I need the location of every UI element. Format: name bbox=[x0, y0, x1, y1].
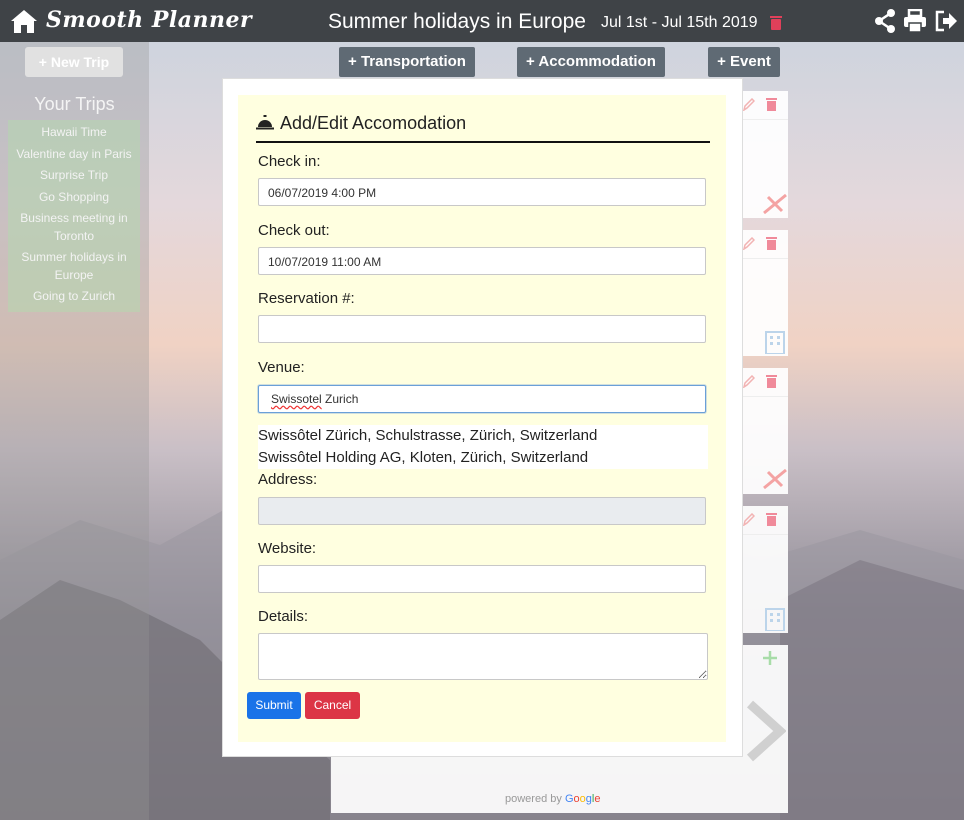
venue-label: Venue: bbox=[258, 359, 305, 376]
add-accommodation-button[interactable]: + Accommodation bbox=[517, 47, 665, 77]
sidebar-item-trip[interactable]: Valentine day in Paris bbox=[8, 144, 140, 166]
google-logo: Google bbox=[564, 793, 601, 805]
share-icon[interactable] bbox=[874, 9, 896, 33]
brand-logo[interactable]: Smooth Planner bbox=[46, 7, 252, 33]
modal-title: Add/Edit Accomodation bbox=[256, 113, 466, 134]
itinerary-card[interactable] bbox=[741, 368, 788, 494]
your-trips-heading: Your Trips bbox=[34, 94, 115, 114]
edit-icon[interactable] bbox=[743, 237, 755, 250]
home-icon[interactable] bbox=[10, 8, 38, 34]
cancel-button[interactable]: Cancel bbox=[305, 692, 360, 719]
suggestion-item[interactable]: Swissôtel Zürich, Schulstrasse, Zürich, … bbox=[258, 425, 708, 447]
trash-icon[interactable] bbox=[766, 98, 777, 111]
add-icon[interactable] bbox=[762, 650, 778, 666]
checkout-input[interactable]: 10/07/2019 11:00 AM bbox=[258, 247, 706, 275]
reservation-input[interactable] bbox=[258, 315, 706, 343]
top-bar: Smooth Planner Summer holidays in Europe… bbox=[0, 0, 964, 42]
sidebar-item-trip[interactable]: Go Shopping bbox=[8, 187, 140, 209]
accommodation-form: Add/Edit Accomodation Check in: 06/07/20… bbox=[238, 95, 726, 742]
venue-input[interactable]: Swissotel Zurich bbox=[258, 385, 706, 413]
address-input bbox=[258, 497, 706, 525]
plane-icon bbox=[763, 193, 787, 215]
checkin-input[interactable]: 06/07/2019 4:00 PM bbox=[258, 178, 706, 206]
checkout-label: Check out: bbox=[258, 222, 330, 239]
trip-title: Summer holidays in Europe bbox=[328, 10, 586, 33]
trash-icon[interactable] bbox=[766, 375, 777, 388]
checkin-label: Check in: bbox=[258, 153, 321, 170]
suggestion-item[interactable]: Swissôtel Holding AG, Kloten, Zürich, Sw… bbox=[258, 447, 708, 469]
trash-icon[interactable] bbox=[766, 237, 777, 250]
sidebar-item-trip[interactable]: Hawaii Time bbox=[8, 122, 140, 144]
title-divider bbox=[256, 141, 710, 143]
details-textarea[interactable] bbox=[258, 633, 708, 680]
edit-icon[interactable] bbox=[743, 98, 755, 111]
sidebar-item-trip[interactable]: Business meeting in Toronto bbox=[8, 208, 140, 247]
accommodation-modal: Add/Edit Accomodation Check in: 06/07/20… bbox=[222, 78, 743, 757]
sidebar-item-trip[interactable]: Summer holidays in Europe bbox=[8, 247, 140, 286]
chevron-right-icon[interactable] bbox=[744, 700, 786, 762]
trip-dates: Jul 1st - Jul 15th 2019 bbox=[601, 14, 758, 31]
logout-icon[interactable] bbox=[934, 9, 958, 33]
details-label: Details: bbox=[258, 608, 309, 625]
bell-icon bbox=[256, 115, 274, 130]
itinerary-card[interactable] bbox=[741, 506, 788, 633]
sidebar: + New Trip Your Trips Hawaii Time Valent… bbox=[0, 42, 149, 820]
sidebar-item-trip[interactable]: Going to Zurich bbox=[8, 286, 140, 308]
website-input[interactable] bbox=[258, 565, 706, 593]
new-trip-button[interactable]: + New Trip bbox=[25, 47, 123, 77]
sidebar-item-trip[interactable]: Surprise Trip bbox=[8, 165, 140, 187]
venue-suggestions: Swissôtel Zürich, Schulstrasse, Zürich, … bbox=[258, 425, 708, 469]
address-label: Address: bbox=[258, 471, 318, 488]
edit-icon[interactable] bbox=[743, 513, 755, 526]
website-label: Website: bbox=[258, 540, 317, 557]
edit-icon[interactable] bbox=[743, 375, 755, 388]
itinerary-card[interactable] bbox=[741, 230, 788, 356]
submit-button[interactable]: Submit bbox=[247, 692, 301, 719]
hotel-icon bbox=[765, 331, 785, 354]
hotel-icon bbox=[765, 608, 785, 631]
add-event-button[interactable]: + Event bbox=[708, 47, 780, 77]
itinerary-card[interactable] bbox=[741, 91, 788, 218]
powered-by-google: powered by Google bbox=[505, 793, 601, 805]
trip-list: Hawaii Time Valentine day in Paris Surpr… bbox=[8, 120, 140, 312]
add-transportation-button[interactable]: + Transportation bbox=[339, 47, 475, 77]
plane-icon bbox=[763, 468, 787, 490]
trash-icon[interactable] bbox=[766, 513, 777, 526]
delete-trip-icon[interactable] bbox=[770, 15, 782, 30]
print-icon[interactable] bbox=[903, 9, 927, 33]
reservation-label: Reservation #: bbox=[258, 290, 355, 307]
